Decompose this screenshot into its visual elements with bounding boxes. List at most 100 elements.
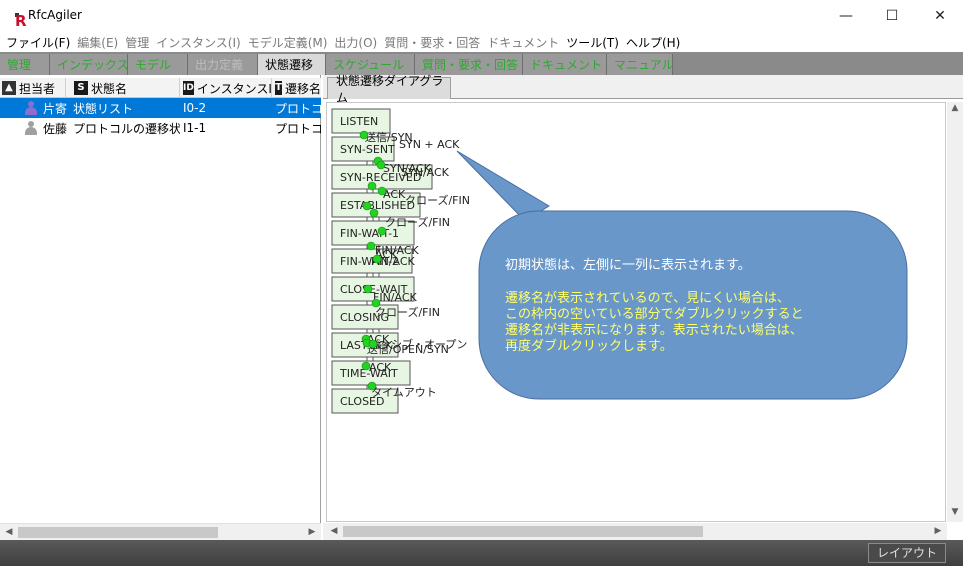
diagram-tab-bar: 状態遷移ダイアグラム — [323, 74, 963, 105]
column-state-name[interactable]: S 状態名 — [72, 78, 180, 98]
person-column-icon: ▲ — [2, 81, 16, 95]
transition-label: SYN/ACK — [401, 166, 450, 179]
column-transition[interactable]: T 遷移名 — [273, 78, 321, 98]
transition-label: クローズ/FIN — [405, 193, 470, 207]
transition-node-dot — [377, 186, 387, 196]
scroll-right-icon[interactable]: ▶ — [305, 526, 319, 539]
transition-node-dot — [377, 226, 387, 236]
menu-item-8[interactable]: ツール(T) — [566, 34, 619, 51]
app-logo-letter: R — [15, 12, 27, 30]
state-label: LISTEN — [340, 115, 378, 128]
assignee-name: 佐藤 — [43, 121, 68, 136]
tab-state-diagram[interactable]: 状態遷移ダイアグラム — [327, 74, 451, 105]
transition-label: クローズ/FIN — [385, 215, 450, 229]
list-column-header: ▲ 担当者 S 状態名 ID インスタンスID T 遷移名 — [0, 78, 321, 98]
transition-label: ACK — [383, 188, 406, 201]
tab-0[interactable]: 管理 — [0, 54, 50, 75]
list-row[interactable]: 佐藤 プロトコルの遷移状態 I1-1 プロトコル — [0, 118, 321, 138]
close-icon: ✕ — [934, 8, 946, 24]
transition-node-dot — [366, 241, 376, 251]
column-assignee[interactable]: ▲ 担当者 — [0, 78, 66, 98]
transition-column-icon: T — [275, 81, 282, 95]
transition-label: 送信/OPEN/SYN — [367, 342, 449, 356]
tab-7[interactable]: ドキュメント — [523, 54, 607, 75]
scroll-left-icon[interactable]: ◀ — [2, 526, 16, 539]
id-column-icon: ID — [183, 81, 194, 95]
state-label: SYN-SENT — [340, 143, 395, 156]
scroll-thumb[interactable] — [343, 526, 703, 537]
transition-cell: プロトコル — [275, 101, 321, 116]
transition-node-dot — [371, 298, 381, 308]
transition-node-dot — [376, 160, 386, 170]
scroll-down-icon[interactable]: ▼ — [948, 506, 962, 519]
maximize-button[interactable]: ☐ — [869, 0, 915, 32]
transition-node-dot — [362, 201, 372, 211]
assignee-cell: 佐藤 — [24, 118, 72, 138]
menu-item-9[interactable]: ヘルプ(H) — [626, 34, 680, 51]
status-bar: レイアウト — [0, 540, 963, 566]
minimize-button[interactable]: — — [823, 0, 869, 32]
assignee-name: 片寄 — [43, 101, 68, 116]
callout-text-line: 遷移名が非表示になります。表示されたい場合は、 — [505, 322, 803, 338]
scroll-thumb[interactable] — [18, 527, 218, 538]
transition-node-dot — [367, 181, 377, 191]
transition-node-dot — [368, 339, 378, 349]
callout-text-line: 初期状態は、左側に一列に表示されます。 — [505, 257, 751, 273]
callout-text-line: 再度ダブルクリックします。 — [505, 338, 673, 354]
menu-item-2[interactable]: 管理 — [125, 34, 149, 51]
window-title: RfcAgiler — [28, 8, 82, 22]
menu-item-1[interactable]: 編集(E) — [77, 34, 118, 51]
scroll-up-icon[interactable]: ▲ — [948, 102, 962, 115]
menu-item-3[interactable]: インスタンス(I) — [156, 34, 240, 51]
transition-node-dot — [369, 208, 379, 218]
column-instance-id-label: インスタンスID — [196, 81, 272, 96]
main-tab-bar: 管理 インデックス モデル 出力定義 状態遷移 スケジュール 質問・要求・回答 ドキュメントマ… — [0, 52, 963, 75]
state-diagram[interactable]: LISTENSYN-SENTSYN-RECEIVEDESTABLISHEDFIN… — [327, 103, 947, 523]
list-horizontal-scrollbar[interactable]: ◀ ▶ — [0, 523, 321, 540]
tab-1[interactable]: インデックス — [50, 54, 128, 75]
user-avatar-icon — [24, 121, 38, 135]
column-assignee-label: 担当者 — [19, 81, 56, 96]
diagram-pane: 状態遷移ダイアグラム LISTEN SYN-SENT SYN-RECEIVED EST… — [323, 74, 963, 540]
maximize-icon: ☐ — [885, 8, 899, 24]
diagram-canvas[interactable]: LISTEN SYN-SENT SYN-RECEIVED ESTABLISHED FIN… — [326, 102, 946, 522]
diagram-vertical-scrollbar[interactable]: ▲ ▼ — [947, 102, 963, 522]
instance-list-pane: ▲ 担当者 S 状態名 ID インスタンスID T 遷移名 片寄 状態リスト I… — [0, 75, 321, 540]
callout-text-line: 遷移名が表示されているので、見にくい場合は、 — [505, 290, 790, 306]
menu-item-6[interactable]: 質問・要求・回答 — [384, 34, 480, 51]
tab-4[interactable]: 状態遷移 — [258, 54, 326, 75]
transition-node-dot — [359, 130, 369, 140]
title-bar: R RfcAgiler — ☐ ✕ — [0, 0, 963, 32]
app-logo-icon: R — [8, 8, 27, 30]
transition-label: SYN + ACK — [399, 138, 460, 151]
state-column-icon: S — [74, 81, 88, 95]
callout-pointer — [456, 150, 550, 222]
transition-node-dot — [361, 361, 371, 371]
user-avatar-icon — [24, 101, 38, 115]
list-row[interactable]: 片寄 状態リスト I0-2 プロトコル — [0, 98, 321, 118]
transition-label: ACK — [369, 361, 392, 374]
diagram-horizontal-scrollbar[interactable]: ◀ ▶ — [323, 523, 947, 540]
scroll-left-icon[interactable]: ◀ — [327, 525, 341, 538]
menu-item-0[interactable]: ファイル(F) — [6, 34, 70, 51]
layout-button[interactable]: レイアウト — [868, 543, 946, 563]
menu-bar: ファイル(F) 編集(E) 管理 インスタンス(I) モデル定義(M) 出力(O) 質問・要… — [0, 32, 963, 52]
tab-3[interactable]: 出力定義 — [188, 54, 258, 75]
menu-item-7[interactable]: ドキュメント — [487, 34, 559, 51]
column-state-name-label: 状態名 — [91, 81, 128, 96]
transition-node-dot — [367, 381, 377, 391]
scroll-right-icon[interactable]: ▶ — [931, 525, 945, 538]
tab-2[interactable]: モデル — [128, 54, 188, 75]
column-instance-id[interactable]: ID インスタンスID — [181, 78, 272, 98]
column-transition-label: 遷移名 — [284, 81, 321, 96]
close-button[interactable]: ✕ — [917, 0, 963, 32]
tab-8[interactable]: マニュアル — [607, 54, 673, 75]
transition-cell: プロトコル — [275, 121, 321, 136]
menu-item-5[interactable]: 出力(O) — [334, 34, 377, 51]
transition-label: クローズ/FIN — [375, 305, 440, 319]
transition-node-dot — [363, 284, 373, 294]
menu-item-4[interactable]: モデル定義(M) — [248, 34, 328, 51]
transition-label: タイムアウト — [371, 386, 437, 399]
instance-id-cell: I1-1 — [183, 121, 207, 135]
transition-node-dot — [372, 254, 382, 264]
